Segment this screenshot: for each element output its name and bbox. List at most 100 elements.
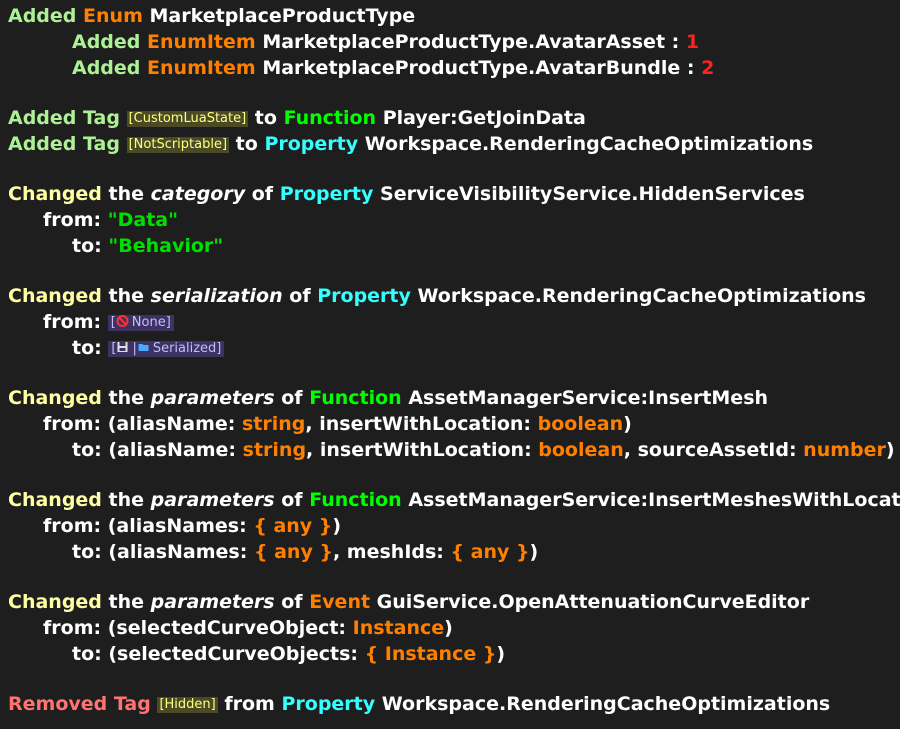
tag-keyword: Tag bbox=[83, 133, 120, 155]
action-word: Changed bbox=[8, 285, 102, 307]
action-word: Added bbox=[72, 57, 141, 79]
to-line: to: "Behavior" bbox=[8, 234, 223, 258]
tag-keyword: Tag bbox=[83, 107, 120, 129]
action-word: Changed bbox=[8, 183, 102, 205]
of-word: of bbox=[251, 183, 274, 205]
badge-text: None] bbox=[131, 315, 171, 330]
folder-icon bbox=[138, 344, 149, 351]
action-word: Changed bbox=[8, 591, 102, 613]
to-label: to: bbox=[72, 337, 102, 359]
param-text: (selectedCurveObjects: bbox=[108, 643, 365, 665]
param-type: string bbox=[242, 413, 306, 435]
serialization-badge-none: [None] bbox=[107, 315, 174, 331]
from-label: from: bbox=[43, 209, 102, 231]
action-word: Added bbox=[72, 31, 141, 53]
to-label: to: bbox=[72, 643, 102, 665]
serialization-badge-serialized: [| Serialized] bbox=[108, 341, 225, 357]
param-text: (selectedCurveObject: bbox=[107, 617, 353, 639]
event-keyword: Event bbox=[309, 591, 371, 613]
member-name: ServiceVisibilityService.HiddenServices bbox=[380, 183, 805, 205]
property-keyword: Property bbox=[279, 183, 374, 205]
param-text: , meshIds: bbox=[332, 541, 451, 563]
param-type: string bbox=[242, 439, 307, 461]
enumitem-value: 2 bbox=[701, 57, 715, 79]
param-text: , insertWithLocation: bbox=[306, 439, 539, 461]
to-line: to: (selectedCurveObjects: { Instance }) bbox=[8, 642, 505, 666]
changed-category-line: Changed the category of Property Service… bbox=[8, 182, 805, 206]
change-kind: category bbox=[150, 183, 246, 205]
badge-text: Serialized] bbox=[152, 341, 222, 356]
changed-parameters-line: Changed the parameters of Event GuiServi… bbox=[8, 590, 809, 614]
tag-badge: [CustomLuaState] bbox=[126, 111, 249, 127]
member-name: Workspace.RenderingCacheOptimizations bbox=[381, 693, 831, 715]
added-tag-line: Added Tag [NotScriptable] to Property Wo… bbox=[8, 132, 813, 156]
change-kind: serialization bbox=[150, 285, 283, 307]
action-word: Added bbox=[8, 107, 77, 129]
to-word: to bbox=[254, 107, 277, 129]
enumitem-name: MarketplaceProductType.AvatarBundle bbox=[262, 57, 681, 79]
member-name: GuiService.OpenAttenuationCurveEditor bbox=[376, 591, 810, 613]
added-tag-line: Added Tag [CustomLuaState] to Function P… bbox=[8, 106, 586, 130]
action-word: Added bbox=[8, 5, 77, 27]
enum-name: MarketplaceProductType bbox=[149, 5, 416, 27]
action-word: Added bbox=[8, 133, 77, 155]
of-word: of bbox=[281, 591, 303, 613]
changed-serialization-line: Changed the serialization of Property Wo… bbox=[8, 284, 866, 308]
separator: : bbox=[686, 57, 695, 79]
property-keyword: Property bbox=[264, 133, 359, 155]
from-label: from: bbox=[43, 617, 102, 639]
change-kind: parameters bbox=[150, 387, 275, 409]
param-text: (aliasName: bbox=[107, 413, 242, 435]
param-type: Instance bbox=[352, 617, 445, 639]
removed-tag-line: Removed Tag [Hidden] from Property Works… bbox=[8, 692, 830, 716]
to-value: "Behavior" bbox=[108, 235, 224, 257]
param-text: ) bbox=[623, 413, 632, 435]
of-word: of bbox=[289, 285, 311, 307]
param-text: ) bbox=[496, 643, 506, 665]
change-kind: parameters bbox=[150, 489, 275, 511]
tag-badge: [NotScriptable] bbox=[126, 137, 230, 153]
of-word: of bbox=[281, 489, 303, 511]
param-type: { any } bbox=[253, 541, 333, 563]
param-type: boolean bbox=[537, 413, 624, 435]
property-keyword: Property bbox=[281, 693, 376, 715]
param-text: (aliasName: bbox=[108, 439, 243, 461]
from-label: from: bbox=[43, 311, 102, 333]
function-keyword: Function bbox=[309, 387, 402, 409]
enumitem-keyword: EnumItem bbox=[147, 31, 256, 53]
from-value: "Data" bbox=[107, 209, 179, 231]
to-line: to: (aliasNames: { any }, meshIds: { any… bbox=[8, 540, 538, 564]
param-type: boolean bbox=[538, 439, 624, 461]
to-label: to: bbox=[72, 235, 102, 257]
added-enumitem-line: Added EnumItem MarketplaceProductType.Av… bbox=[8, 56, 714, 80]
member-name: Workspace.RenderingCacheOptimizations bbox=[364, 133, 814, 155]
from-line: from: "Data" bbox=[8, 208, 178, 232]
the-word: the bbox=[108, 489, 145, 511]
to-word: to bbox=[235, 133, 258, 155]
param-type: number bbox=[803, 439, 886, 461]
tag-badge: [Hidden] bbox=[157, 697, 218, 713]
added-enumitem-line: Added EnumItem MarketplaceProductType.Av… bbox=[8, 30, 699, 54]
member-name: Player:GetJoinData bbox=[382, 107, 586, 129]
from-line: from: [None] bbox=[8, 310, 174, 334]
param-text: ) bbox=[332, 515, 342, 537]
member-name: Workspace.RenderingCacheOptimizations bbox=[417, 285, 866, 307]
to-line: to: (aliasName: string, insertWithLocati… bbox=[8, 438, 895, 462]
floppy-disk-icon bbox=[117, 342, 128, 352]
enum-keyword: Enum bbox=[83, 5, 143, 27]
the-word: the bbox=[108, 591, 145, 613]
function-keyword: Function bbox=[309, 489, 402, 511]
property-keyword: Property bbox=[317, 285, 411, 307]
the-word: the bbox=[108, 285, 145, 307]
the-word: the bbox=[108, 387, 145, 409]
of-word: of bbox=[281, 387, 303, 409]
param-text: ) bbox=[885, 439, 895, 461]
changed-parameters-line: Changed the parameters of Function Asset… bbox=[8, 488, 900, 512]
enumitem-keyword: EnumItem bbox=[147, 57, 256, 79]
action-word: Changed bbox=[8, 387, 102, 409]
enumitem-name: MarketplaceProductType.AvatarAsset bbox=[262, 31, 666, 53]
from-line: from: (aliasName: string, insertWithLoca… bbox=[8, 412, 632, 436]
param-text: (aliasNames: bbox=[108, 541, 254, 563]
param-text: (aliasNames: bbox=[107, 515, 254, 537]
member-name: AssetManagerService:InsertMesh bbox=[408, 387, 769, 409]
